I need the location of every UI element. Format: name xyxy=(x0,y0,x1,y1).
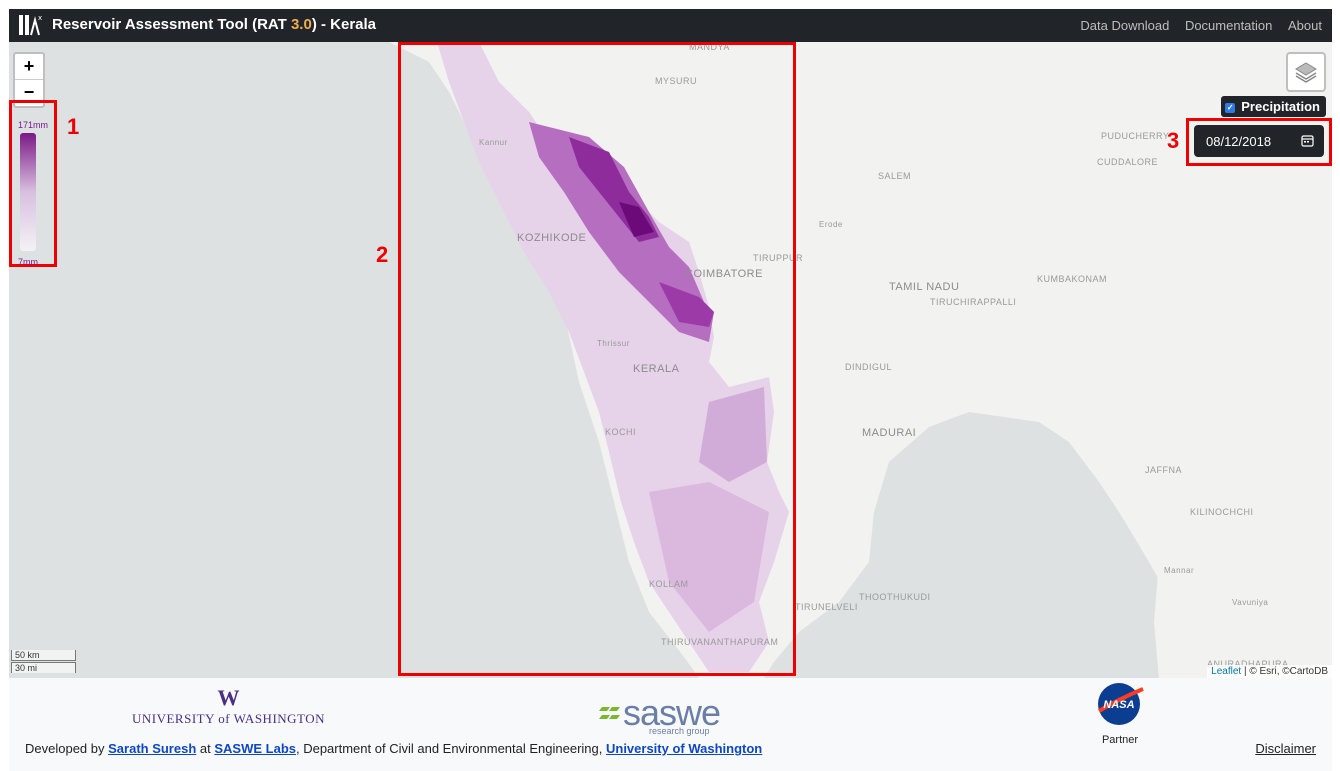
saswe-subtitle: research group xyxy=(649,726,710,736)
top-navbar: x Reservoir Assessment Tool (RAT 3.0) - … xyxy=(9,9,1332,42)
disclaimer-link[interactable]: Disclaimer xyxy=(1255,741,1316,756)
place-label: DINDIGUL xyxy=(845,362,893,372)
nasa-logo-text: NASA xyxy=(1103,699,1134,711)
place-label: KUMBAKONAM xyxy=(1037,274,1108,284)
precipitation-layer-toggle[interactable]: ✓ Precipitation xyxy=(1221,96,1326,117)
uw-w-mark: W xyxy=(217,685,240,710)
place-label: Mannar xyxy=(1164,566,1195,575)
rat-logo-icon[interactable]: x xyxy=(17,12,45,38)
nav-about[interactable]: About xyxy=(1288,18,1322,33)
place-label: KILINOCHCHI xyxy=(1190,507,1254,517)
scale-bar: 50 km 30 mi xyxy=(11,650,76,674)
legend-max: 171mm xyxy=(18,120,49,130)
calendar-icon[interactable] xyxy=(1301,134,1314,147)
place-label: CUDDALORE xyxy=(1097,157,1159,167)
version-number: 3.0 xyxy=(290,16,312,33)
date-picker-box: 08/12/2018 xyxy=(1186,118,1332,166)
legend-gradient-bar xyxy=(20,133,36,251)
annotation-number: 1 xyxy=(67,114,80,139)
date-value: 08/12/2018 xyxy=(1206,134,1272,149)
place-label: TAMIL NADU xyxy=(889,281,960,293)
legend-min: 7mm xyxy=(18,257,38,267)
nasa-partner-label: Partner xyxy=(1101,734,1139,746)
nasa-meatball-icon: NASA xyxy=(1097,683,1144,725)
annotation-number: 3 xyxy=(1167,128,1180,153)
uw-name: UNIVERSITY of WASHINGTON xyxy=(132,711,326,726)
svg-text:x: x xyxy=(38,14,42,22)
layers-icon xyxy=(1295,62,1317,83)
saswe-labs-link[interactable]: SASWE Labs xyxy=(214,741,296,756)
place-label: JAFFNA xyxy=(1145,465,1183,475)
place-label: SALEM xyxy=(878,171,912,181)
uw-link[interactable]: University of Washington xyxy=(606,741,762,756)
saswe-mark-icon xyxy=(599,707,620,719)
developer-credit: Developed by Sarath Suresh at SASWE Labs… xyxy=(25,741,763,756)
map-attribution: Leaflet | © Esri, ©CartoDB xyxy=(1207,665,1332,678)
place-label: THOOTHUKUDI xyxy=(859,592,931,602)
precipitation-legend: 171mm 7mm xyxy=(9,100,57,267)
app-title: Reservoir Assessment Tool (RAT 3.0) - Ke… xyxy=(52,16,377,33)
nav-data-download[interactable]: Data Download xyxy=(1080,18,1169,33)
map-view[interactable]: MANDYA MYSURU Kannur KOZHIKODE COIMBATOR… xyxy=(9,42,1332,678)
place-label: Erode xyxy=(819,220,843,229)
annotation-number: 2 xyxy=(376,242,389,267)
scale-km: 50 km xyxy=(11,650,76,661)
layer-switcher-button[interactable] xyxy=(1286,52,1326,92)
date-input[interactable]: 08/12/2018 xyxy=(1194,125,1324,157)
nav-documentation[interactable]: Documentation xyxy=(1185,18,1272,33)
footer: W UNIVERSITY of WASHINGTON saswe researc… xyxy=(9,678,1332,771)
place-label: MADURAI xyxy=(862,427,917,439)
place-label: Vavuniya xyxy=(1232,598,1269,607)
developer-link[interactable]: Sarath Suresh xyxy=(108,741,196,756)
place-label: TIRUCHIRAPPALLI xyxy=(930,297,1017,307)
place-label: TIRUNELVELI xyxy=(795,602,858,612)
nasa-logo[interactable]: NASA Partner xyxy=(1095,681,1145,746)
place-label: PUDUCHERRY xyxy=(1101,131,1170,141)
uw-logo[interactable]: W UNIVERSITY of WASHINGTON xyxy=(132,685,325,727)
zoom-in-button[interactable]: + xyxy=(15,54,43,80)
checkbox-checked-icon[interactable]: ✓ xyxy=(1225,102,1236,113)
annotation-box xyxy=(398,42,796,676)
leaflet-link[interactable]: Leaflet xyxy=(1211,666,1241,677)
saswe-logo[interactable]: saswe research group xyxy=(599,692,721,736)
layer-label: Precipitation xyxy=(1241,99,1320,114)
scale-mi: 30 mi xyxy=(11,662,76,673)
nav-links: Data Download Documentation About xyxy=(1068,18,1322,33)
